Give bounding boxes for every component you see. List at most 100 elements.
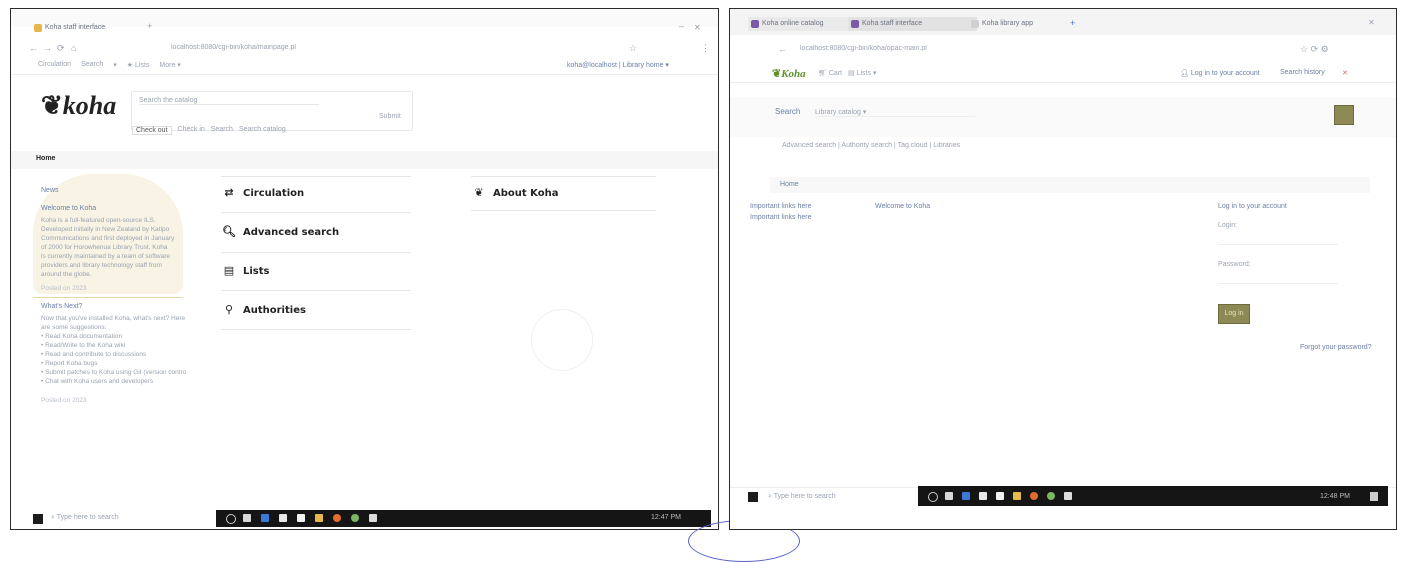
back-icon[interactable]: ← xyxy=(778,44,787,54)
back-icon[interactable]: ← xyxy=(29,43,38,53)
cart-label: Cart xyxy=(828,70,843,77)
module-divider xyxy=(221,212,411,213)
reload-icon[interactable]: ⟳ xyxy=(57,43,65,54)
important-link[interactable]: Important links here xyxy=(750,214,811,221)
home-icon[interactable]: ⌂ xyxy=(71,43,76,53)
window-close-icon[interactable]: ✕ xyxy=(694,23,702,32)
browser-tab[interactable]: Koha library app xyxy=(968,17,1077,31)
firefox-icon[interactable] xyxy=(333,514,341,522)
next-line[interactable]: • Read and contribute to discussions xyxy=(41,350,186,359)
log-in-button[interactable]: Log in xyxy=(1218,304,1250,324)
next-line[interactable]: • Report Koha bugs xyxy=(41,359,186,368)
files-icon[interactable] xyxy=(996,492,1004,500)
password-input[interactable] xyxy=(1218,273,1338,284)
opac-logo[interactable]: ❦Koha xyxy=(772,67,806,80)
breadcrumb[interactable]: Home xyxy=(780,181,799,188)
koha-logo[interactable]: ❦koha xyxy=(41,91,116,121)
welcome-line: is currently maintained by a team of sof… xyxy=(41,253,170,260)
tab-search-catalog[interactable]: Search catalog xyxy=(239,126,286,135)
task-view-icon[interactable] xyxy=(928,492,938,502)
search-label: Search xyxy=(775,107,801,116)
important-link[interactable]: Important links here xyxy=(750,203,811,210)
taskbar-search-input[interactable]: ⌕ Type here to search xyxy=(768,493,836,501)
chrome-icon[interactable] xyxy=(351,514,359,522)
search-history-clear-icon[interactable]: ✕ xyxy=(1342,69,1348,77)
next-line[interactable]: • Chat with Koha users and developers xyxy=(41,377,186,386)
store-icon[interactable] xyxy=(279,514,287,522)
koha-favicon-icon xyxy=(971,20,979,28)
browser-tab[interactable]: Koha online catalog xyxy=(748,17,857,31)
notification-icon[interactable] xyxy=(1370,492,1378,501)
address-bar[interactable]: localhost:8080/cgi-bin/koha/mainpage.pl xyxy=(171,44,391,51)
forward-icon[interactable]: → xyxy=(43,43,52,53)
browser-tab[interactable]: Koha staff interface xyxy=(31,21,155,35)
start-button[interactable] xyxy=(33,514,43,524)
app-icon[interactable] xyxy=(369,514,377,522)
lists-menu[interactable]: ▤ Lists ▾ xyxy=(848,69,876,77)
koha-leaf-icon: ❦ xyxy=(474,186,484,199)
module-circulation[interactable]: ⇄ Circulation xyxy=(221,186,304,199)
next-line[interactable]: • Read Koha documentation xyxy=(41,332,186,341)
whats-next-title[interactable]: What's Next? xyxy=(41,302,82,312)
address-bar[interactable]: localhost:8080/cgi-bin/koha/opac-main.pl xyxy=(800,45,1030,52)
taskbar-clock[interactable]: 12:47 PM xyxy=(651,514,681,521)
forgot-password-link[interactable]: Forgot your password? xyxy=(1300,344,1372,351)
module-authorities[interactable]: ⚲ Authorities xyxy=(221,303,306,316)
taskbar-clock[interactable]: 12:48 PM xyxy=(1320,493,1350,500)
module-label: Advanced search xyxy=(243,227,340,238)
browser-menu-icon[interactable]: ⋮ xyxy=(701,43,710,54)
folder-icon[interactable] xyxy=(1013,492,1021,500)
taskbar-apps xyxy=(918,486,1388,506)
cart-button[interactable]: 🛒︎ Cart xyxy=(818,69,842,77)
toolbar-circulation[interactable]: Circulation xyxy=(38,61,71,69)
toolbar-lists[interactable]: ★ Lists xyxy=(127,61,150,69)
welcome-title[interactable]: Welcome to Koha xyxy=(41,204,96,214)
divider xyxy=(33,297,183,298)
tab-search[interactable]: Search xyxy=(211,126,233,135)
window-minimize-icon[interactable]: – xyxy=(679,21,684,31)
module-advanced-search[interactable]: 🔍︎ Advanced search xyxy=(221,225,339,238)
store-icon[interactable] xyxy=(979,492,987,500)
start-button[interactable] xyxy=(748,492,758,502)
browser-tab[interactable]: Koha staff interface xyxy=(848,17,977,31)
firefox-icon[interactable] xyxy=(1030,492,1038,500)
app-icon[interactable] xyxy=(243,514,251,522)
module-lists[interactable]: ▤ Lists xyxy=(221,264,270,277)
opac-nav-links[interactable]: Advanced search | Authority search | Tag… xyxy=(782,142,1082,149)
bookmark-star-icon[interactable]: ☆ xyxy=(629,43,637,54)
window-close-icon[interactable]: ✕ xyxy=(1368,18,1375,27)
folder-icon[interactable] xyxy=(315,514,323,522)
chrome-icon[interactable] xyxy=(1047,492,1055,500)
app-icon[interactable] xyxy=(945,492,953,500)
about-koha-link[interactable]: ❦ About Koha xyxy=(471,186,558,199)
tab-checkin[interactable]: Check in xyxy=(178,126,205,135)
toolbar-search-dropdown[interactable]: ▾ xyxy=(113,61,117,69)
next-line[interactable]: • Read/Write to the Koha wiki xyxy=(41,341,186,350)
task-view-icon[interactable] xyxy=(226,514,236,524)
app-icon[interactable] xyxy=(1064,492,1072,500)
opac-wordmark: Koha xyxy=(781,68,806,80)
catalog-search-input[interactable]: Search the catalog xyxy=(139,97,319,105)
new-tab-button[interactable]: + xyxy=(147,21,152,31)
library-catalog-select[interactable]: Library catalog ▾ xyxy=(815,108,975,117)
edge-icon[interactable] xyxy=(962,492,970,500)
taskbar-search-input[interactable]: ⌕ Type here to search xyxy=(51,514,119,522)
breadcrumb[interactable]: Home xyxy=(36,155,55,162)
edge-icon[interactable] xyxy=(261,514,269,522)
search-go-button[interactable] xyxy=(1334,105,1354,125)
left-browser-window: Koha staff interface + – ✕ ← → ⟳ ⌂ local… xyxy=(10,8,719,530)
search-submit-button[interactable]: Submit xyxy=(379,113,401,120)
toolbar-more[interactable]: More ▾ xyxy=(159,61,180,69)
whats-next-body: Now that you've installed Koha, what's n… xyxy=(41,314,186,386)
new-tab-button[interactable]: + xyxy=(1070,18,1075,28)
browser-actions-icon[interactable]: ☆ ⟳ ⚙ xyxy=(1300,44,1329,55)
login-link[interactable]: 👤︎ Log in to your account xyxy=(1180,69,1260,77)
logged-in-user[interactable]: koha@localhost | Library home ▾ xyxy=(567,61,669,69)
tab-checkout[interactable]: Check out xyxy=(132,126,172,135)
toolbar-search[interactable]: Search xyxy=(81,61,103,69)
files-icon[interactable] xyxy=(297,514,305,522)
next-line[interactable]: • Submit patches to Koha using Git (vers… xyxy=(41,368,186,377)
news-title: News xyxy=(41,187,59,194)
login-input[interactable] xyxy=(1218,234,1338,245)
search-history-link[interactable]: Search history xyxy=(1280,69,1325,76)
